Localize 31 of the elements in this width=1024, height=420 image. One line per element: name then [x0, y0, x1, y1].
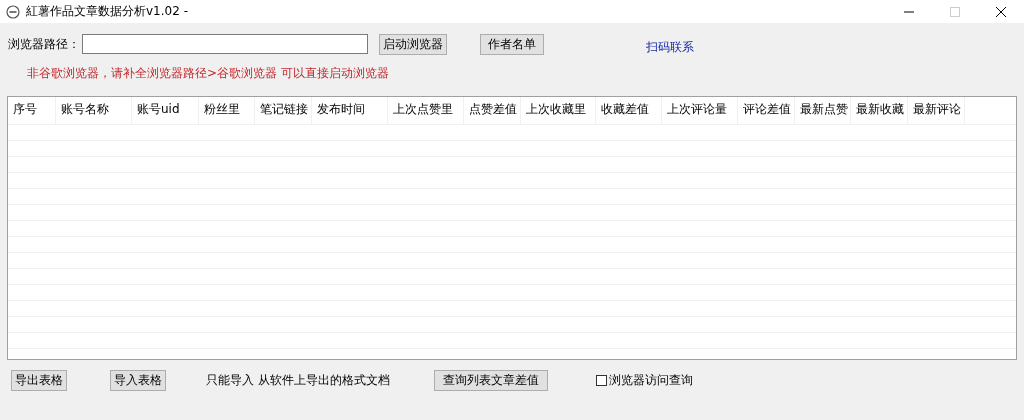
launch-browser-button[interactable]: 启动浏览器 — [379, 33, 447, 55]
column-header[interactable]: 笔记链接 — [255, 97, 312, 124]
checkbox-label: 浏览器访问查询 — [608, 372, 693, 389]
column-header[interactable]: 序号 — [8, 97, 56, 124]
column-header[interactable]: 最新收藏 — [851, 97, 908, 124]
column-header[interactable]: 粉丝里 — [199, 97, 255, 124]
window-title: 紅薯作品文章数据分析v1.02 - — [26, 3, 188, 20]
column-header[interactable]: 账号名称 — [56, 97, 132, 124]
column-header[interactable]: 收藏差值 — [596, 97, 662, 124]
maximize-icon — [949, 5, 961, 18]
app-icon — [6, 4, 20, 19]
warning-text: 非谷歌浏览器，请补全浏览器路径>谷歌浏览器 可以直接启动浏览器 — [26, 65, 390, 82]
column-header[interactable]: 点赞差值 — [464, 97, 521, 124]
column-header[interactable]: 账号uid — [132, 97, 199, 124]
column-header[interactable]: 最新点赞 — [795, 97, 851, 124]
column-header[interactable]: 上次点赞里 — [388, 97, 464, 124]
column-header[interactable]: 上次评论量 — [662, 97, 738, 124]
import-button[interactable]: 导入表格 — [110, 370, 166, 391]
contact-link[interactable]: 扫码联系 — [646, 38, 694, 56]
column-header[interactable]: 最新评论 — [908, 97, 965, 124]
export-button[interactable]: 导出表格 — [11, 370, 67, 391]
checkbox[interactable] — [595, 375, 607, 386]
query-button[interactable]: 查询列表文章差值 — [433, 370, 548, 391]
close-icon — [995, 5, 1007, 18]
import-note: 只能导入 从软件上导出的格式文档 — [206, 372, 390, 389]
column-header[interactable]: 上次收藏里 — [521, 97, 596, 124]
path-field[interactable] — [82, 34, 368, 54]
author-list-button[interactable]: 作者名单 — [480, 33, 544, 55]
field-label: 浏览器路径： — [8, 35, 81, 53]
column-header[interactable]: 评论差值 — [738, 97, 795, 124]
column-header[interactable]: 发布时间 — [312, 97, 388, 124]
